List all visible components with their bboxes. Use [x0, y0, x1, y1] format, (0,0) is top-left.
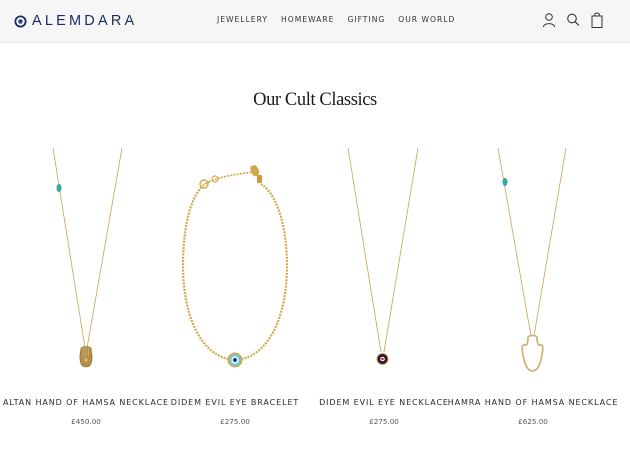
main-nav: JEWELLERY HOMEWARE GIFTING OUR WORLD — [217, 15, 455, 24]
product-price: £275.00 — [369, 417, 399, 426]
product-card[interactable]: ALTAN HAND OF HAMSA NECKLACE £450.00 — [3, 146, 168, 426]
product-card[interactable]: DIDEM EVIL EYE NECKLACE £275.00 — [310, 146, 458, 426]
product-card[interactable]: DIDEM EVIL EYE BRACELET £275.00 — [161, 146, 309, 426]
nav-item-jewellery[interactable]: JEWELLERY — [217, 15, 268, 24]
evil-eye-necklace-image[interactable] — [310, 146, 458, 386]
user-icon[interactable] — [542, 11, 556, 29]
site-header: ALEMDARA JEWELLERY HOMEWARE GIFTING OUR … — [0, 0, 630, 43]
product-price: £275.00 — [220, 417, 250, 426]
hamsa-necklace-gold-image[interactable] — [12, 146, 160, 386]
evil-eye-bracelet-image[interactable] — [161, 146, 309, 386]
product-name[interactable]: HAMRA HAND OF HAMSA NECKLACE — [439, 398, 627, 407]
section-title: Our Cult Classics — [253, 90, 377, 110]
nav-item-gifting[interactable]: GIFTING — [347, 15, 385, 24]
bag-icon[interactable] — [590, 11, 604, 29]
brand-logo[interactable]: ALEMDARA — [14, 11, 137, 31]
search-icon[interactable] — [566, 11, 580, 29]
nav-item-our-world[interactable]: OUR WORLD — [398, 15, 455, 24]
product-card[interactable]: HAMRA HAND OF HAMSA NECKLACE £625.00 — [448, 146, 617, 426]
product-price: £450.00 — [71, 417, 101, 426]
header-icons — [542, 11, 604, 29]
brand-name: ALEMDARA — [32, 13, 138, 29]
hamsa-necklace-outline-image[interactable] — [459, 146, 607, 386]
evil-eye-icon — [14, 15, 27, 27]
product-price: £625.00 — [518, 417, 548, 426]
nav-item-homeware[interactable]: HOMEWARE — [281, 15, 334, 24]
